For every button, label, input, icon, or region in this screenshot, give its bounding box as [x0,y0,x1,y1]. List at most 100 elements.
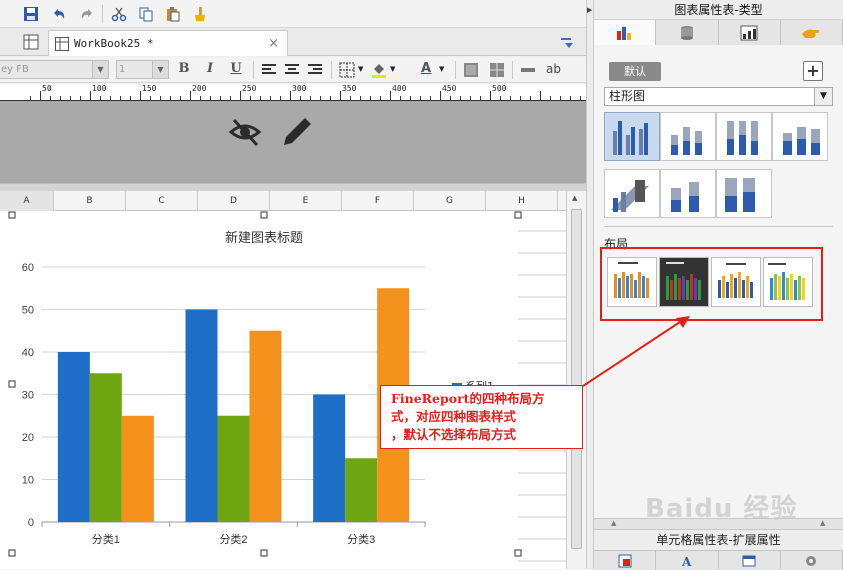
y-tick-label: 0 [28,517,34,529]
paste-icon[interactable] [164,5,182,23]
new-sheet-icon[interactable] [22,33,40,51]
resize-handle [8,211,16,219]
ruler-tick [540,91,541,100]
ruler-tick [90,91,91,100]
chevron-down-icon[interactable]: ▼ [439,65,444,73]
ruler-tick [150,96,151,100]
align-left-icon[interactable] [260,61,278,79]
underline-button[interactable]: U [227,61,245,79]
column-header-d[interactable]: D [198,191,270,211]
border-icon[interactable] [338,61,356,79]
cell-attribute-icon [618,554,632,567]
tab-cell-settings[interactable] [780,551,843,570]
chart-type-select[interactable]: 柱形图 ▼ [604,87,833,106]
bar-type-clustered[interactable] [604,112,660,161]
bar-type-percent[interactable] [716,112,772,161]
font-family-value: ey FB [1,64,29,75]
ruler-label: 200 [192,84,207,93]
tab-effects[interactable] [780,20,843,45]
ruler-tick [560,96,561,100]
vertical-scrollbar[interactable]: ▲ [566,191,586,569]
scrollbar-thumb[interactable] [571,209,582,549]
cut-icon[interactable] [110,5,128,23]
italic-button[interactable]: I [201,61,219,79]
ruler-label: 400 [392,84,407,93]
ruler-tick [340,91,341,100]
tab-workbook25[interactable]: WorkBook25 * × [48,30,288,56]
column-header-g[interactable]: G [414,191,486,211]
undo-icon[interactable] [50,5,68,23]
layout-option-4[interactable] [763,257,813,307]
fill-color-icon[interactable] [370,61,388,79]
column-header-a[interactable]: A [0,191,54,211]
column-header-e[interactable]: E [270,191,342,211]
bold-button[interactable]: B [175,61,193,79]
column-header-b[interactable]: B [54,191,126,211]
ruler-tick [330,96,331,100]
layout-option-3[interactable] [711,257,761,307]
format-painter-icon[interactable] [191,5,209,23]
layout-option-1[interactable] [607,257,657,307]
edit-pencil-icon[interactable] [280,115,314,152]
merge-cells-icon[interactable] [462,61,480,79]
bar-type-3d-percent[interactable] [716,169,772,218]
ruler-tick [490,91,491,100]
svg-text:A: A [681,555,692,568]
ruler-tick [310,96,311,100]
y-tick-label: 60 [22,262,34,274]
ruler-tick [70,96,71,100]
tab-close-icon[interactable]: × [268,36,279,51]
column-header-f[interactable]: F [342,191,414,211]
collapse-arrow-icon[interactable]: ▶ [587,6,592,14]
tab-cell-style[interactable]: A [656,551,719,570]
chevron-up-icon[interactable]: ▲ [611,519,616,527]
tab-menu-icon[interactable] [558,34,576,52]
wrap-text-button[interactable]: ab [546,62,561,76]
ruler-tick [180,96,181,100]
resize-handle [260,549,268,557]
layout-option-2[interactable] [659,257,709,307]
default-button[interactable]: 默认 [609,62,661,81]
font-size-value: 1 [119,64,126,75]
bar-type-3d-clustered[interactable] [604,169,660,218]
chevron-down-icon[interactable]: ▼ [358,65,363,73]
ruler-tick [30,96,31,100]
ruler-label: 50 [42,84,52,93]
ruler-tick [80,96,81,100]
column-header-h[interactable]: H [486,191,558,211]
column-header-c[interactable]: C [126,191,198,211]
copy-icon[interactable] [137,5,155,23]
text-color-button[interactable]: A [417,61,435,79]
ruler-tick [160,96,161,100]
tab-cell-other[interactable] [718,551,781,570]
redo-icon[interactable] [78,5,96,23]
font-size-select[interactable]: 1 ▼ [116,60,169,79]
hide-eye-icon[interactable] [228,117,262,150]
font-family-select[interactable]: ey FB ▼ [0,60,109,79]
bar-type-3d-stacked[interactable] [660,169,716,218]
chart-type-icon [616,26,631,40]
tab-chart-type[interactable] [594,20,657,45]
chevron-down-icon[interactable]: ▼ [390,65,395,73]
line-style-icon[interactable] [519,61,537,79]
ruler-tick [350,96,351,100]
bar-type-stacked[interactable] [660,112,716,161]
unmerge-cells-icon[interactable] [488,61,506,79]
tab-cell-attr[interactable] [594,551,657,570]
align-center-icon[interactable] [283,61,301,79]
add-button[interactable]: + [803,61,823,81]
align-right-icon[interactable] [306,61,324,79]
tab-data[interactable] [656,20,719,45]
horizontal-scrollbar[interactable] [0,183,586,191]
chevron-up-icon[interactable]: ▲ [820,519,825,527]
save-icon[interactable] [22,5,40,23]
panel-divider[interactable]: ▶ [586,0,594,569]
bar-type-3d[interactable] [772,112,828,161]
ruler-tick [210,96,211,100]
ruler-tick [480,96,481,100]
chart-property-panel: 图表属性表-类型 默认 + 柱形图 ▼ 布局 ▲ ▲ 单元格属性表-扩展属性 A [594,0,843,570]
tab-style[interactable] [718,20,781,45]
ruler-tick [430,96,431,100]
chevron-up-icon[interactable]: ▲ [572,194,577,202]
ruler-tick [60,96,61,100]
